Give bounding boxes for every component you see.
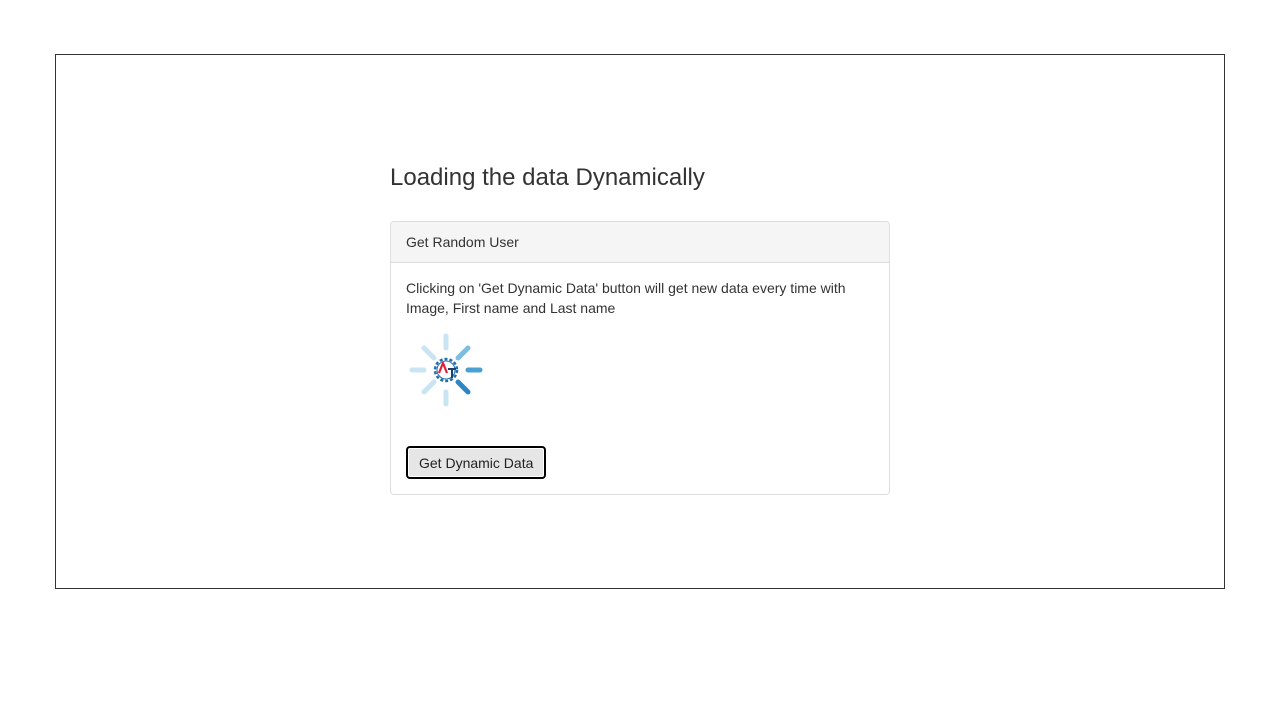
loading-spinner-icon xyxy=(406,330,486,410)
panel-description: Clicking on 'Get Dynamic Data' button wi… xyxy=(406,280,846,316)
panel-heading: Get Random User xyxy=(391,222,889,263)
get-dynamic-data-button[interactable]: Get Dynamic Data xyxy=(406,446,547,479)
page-title: Loading the data Dynamically xyxy=(390,164,705,191)
button-row: Get Dynamic Data xyxy=(406,446,874,479)
random-user-panel: Get Random User Clicking on 'Get Dynamic… xyxy=(390,221,890,495)
panel-body: Clicking on 'Get Dynamic Data' button wi… xyxy=(391,263,889,494)
main-content: Loading the data Dynamically Get Random … xyxy=(390,160,890,495)
